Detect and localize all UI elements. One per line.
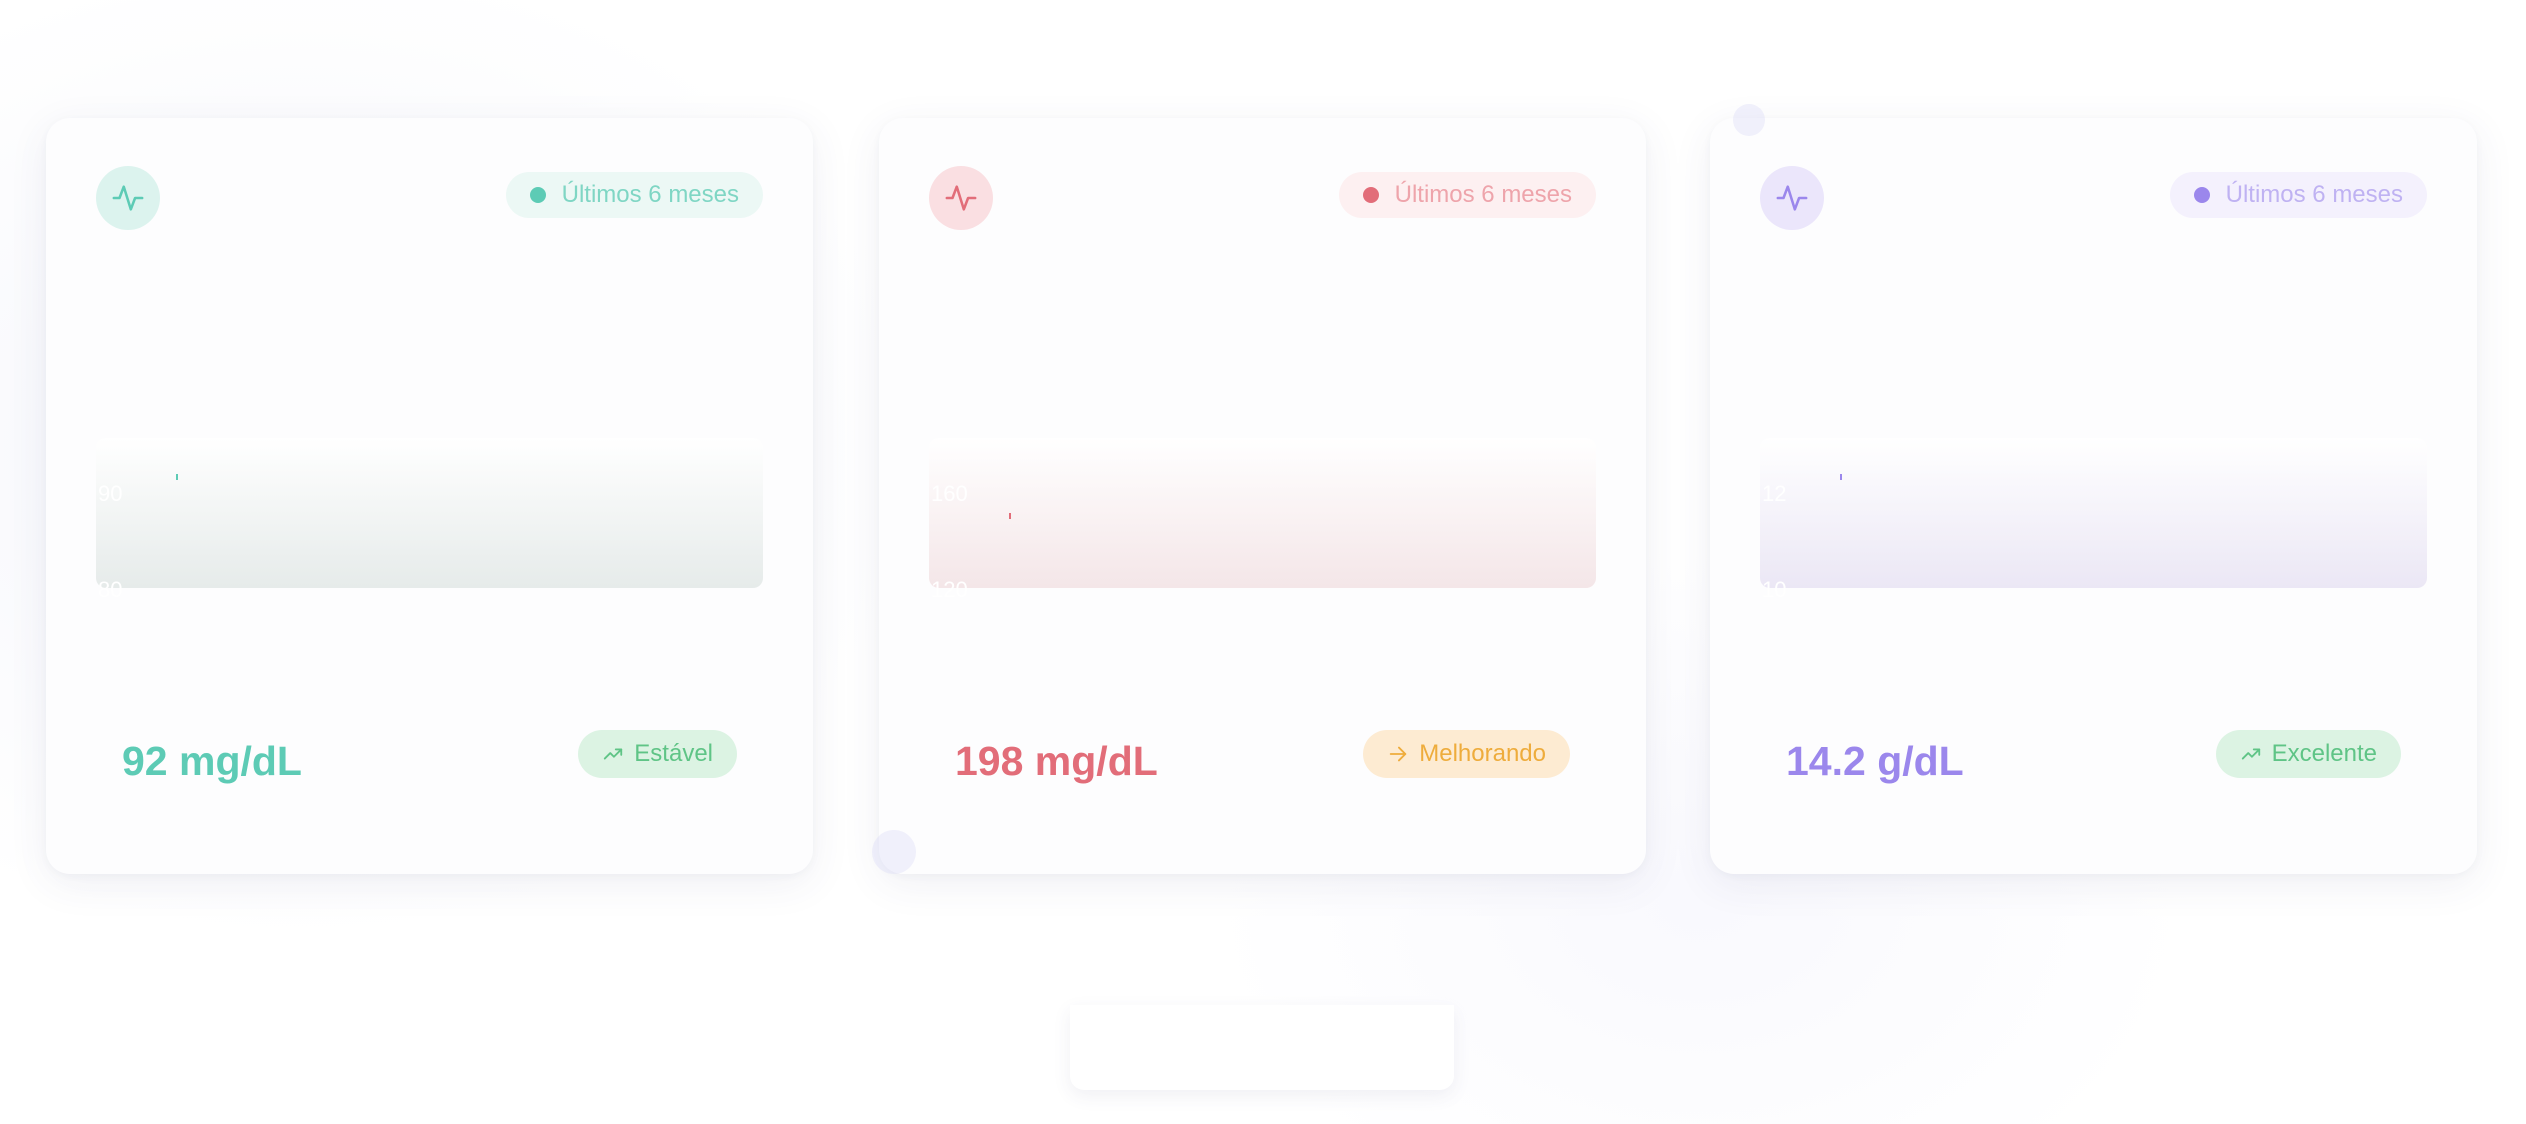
- period-label: Últimos 6 meses: [1394, 181, 1572, 208]
- data-point-marker: [1009, 513, 1011, 519]
- metric-value: 14.2 g/dL: [1786, 738, 1964, 784]
- y-tick-label: 12: [1762, 481, 1786, 506]
- chart-area-fill: [1760, 438, 2427, 588]
- trending-up-icon: [2241, 748, 2260, 760]
- arrow-right-icon: [1390, 746, 1407, 762]
- chart-area-fill: [96, 438, 763, 588]
- period-dot: [1362, 187, 1379, 203]
- metric-value: 198 mg/dL: [955, 738, 1158, 784]
- bottom-panel: [1070, 1005, 1454, 1090]
- trend-chart: 160 120: [929, 268, 1596, 602]
- metric-value: 92 mg/dL: [122, 738, 302, 784]
- decorative-dot: [1733, 104, 1765, 136]
- activity-icon: [1760, 166, 1824, 230]
- decorative-dot: [872, 830, 916, 874]
- activity-icon: [929, 166, 993, 230]
- period-dot: [2193, 187, 2210, 203]
- y-tick-label: 160: [931, 481, 968, 506]
- data-point-marker: [176, 474, 178, 480]
- trend-badge: Melhorando: [1363, 730, 1570, 778]
- y-tick-label: 120: [931, 577, 968, 602]
- period-filter-pill[interactable]: Últimos 6 meses: [1338, 172, 1596, 218]
- trend-label: Melhorando: [1419, 740, 1546, 767]
- metric-card: Últimos 6 meses 160 120 198 mg/dL Melhor…: [879, 118, 1646, 874]
- trend-label: Estável: [634, 740, 713, 767]
- metric-card: Últimos 6 meses 12 10 14.2 g/dL Excelent…: [1710, 118, 2477, 874]
- period-filter-pill[interactable]: Últimos 6 meses: [2169, 172, 2427, 218]
- y-tick-label: 90: [98, 481, 122, 506]
- trend-chart: 12 10: [1760, 268, 2427, 602]
- data-point-marker: [1840, 474, 1842, 480]
- trend-badge: Estável: [578, 730, 737, 778]
- period-filter-pill[interactable]: Últimos 6 meses: [505, 172, 763, 218]
- period-label: Últimos 6 meses: [2225, 181, 2403, 208]
- y-tick-label: 80: [98, 577, 122, 602]
- activity-icon: [96, 166, 160, 230]
- y-tick-label: 10: [1762, 577, 1786, 602]
- trend-badge: Excelente: [2215, 730, 2401, 778]
- metric-card: Últimos 6 meses 90 80 92 mg/dL Estável: [46, 118, 813, 874]
- period-label: Últimos 6 meses: [561, 181, 739, 208]
- trend-label: Excelente: [2271, 740, 2377, 767]
- period-dot: [529, 187, 546, 203]
- trend-chart: 90 80: [96, 268, 763, 602]
- trending-up-icon: [604, 748, 623, 760]
- chart-area-fill: [929, 438, 1596, 588]
